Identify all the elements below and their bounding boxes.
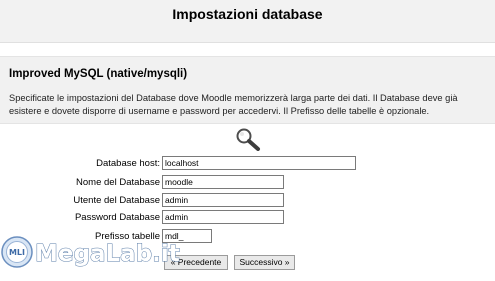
- database-host-input[interactable]: [162, 156, 356, 170]
- database-name-input[interactable]: [162, 175, 284, 189]
- label-database-password: Password Database: [74, 212, 160, 223]
- form-row-password: Password Database: [0, 210, 495, 226]
- page-title: Impostazioni database: [172, 6, 323, 22]
- megalab-watermark: MLI MegaLab.it: [1, 236, 180, 268]
- section-heading: Improved MySQL (native/mysqli): [9, 68, 188, 80]
- label-database-name: Nome del Database: [76, 177, 160, 188]
- next-button[interactable]: Successivo »: [234, 255, 295, 270]
- database-user-input[interactable]: [162, 193, 284, 207]
- megalab-logo-text: MLI: [9, 248, 25, 257]
- section-description: Specificate le impostazioni del Database…: [9, 93, 458, 116]
- label-database-host: Database host:: [96, 158, 160, 169]
- database-type-panel: Improved MySQL (native/mysqli) Specifica…: [0, 56, 495, 124]
- form-row-dbname: Nome del Database: [0, 175, 495, 191]
- header-bar: Impostazioni database: [0, 0, 495, 43]
- form-row-host: Database host:: [0, 156, 495, 172]
- magnifier-icon: [236, 128, 260, 151]
- label-database-user: Utente del Database: [73, 195, 160, 206]
- form-row-user: Utente del Database: [0, 193, 495, 209]
- database-password-input[interactable]: [162, 210, 284, 224]
- megalab-watermark-text: MegaLab.it: [35, 241, 180, 267]
